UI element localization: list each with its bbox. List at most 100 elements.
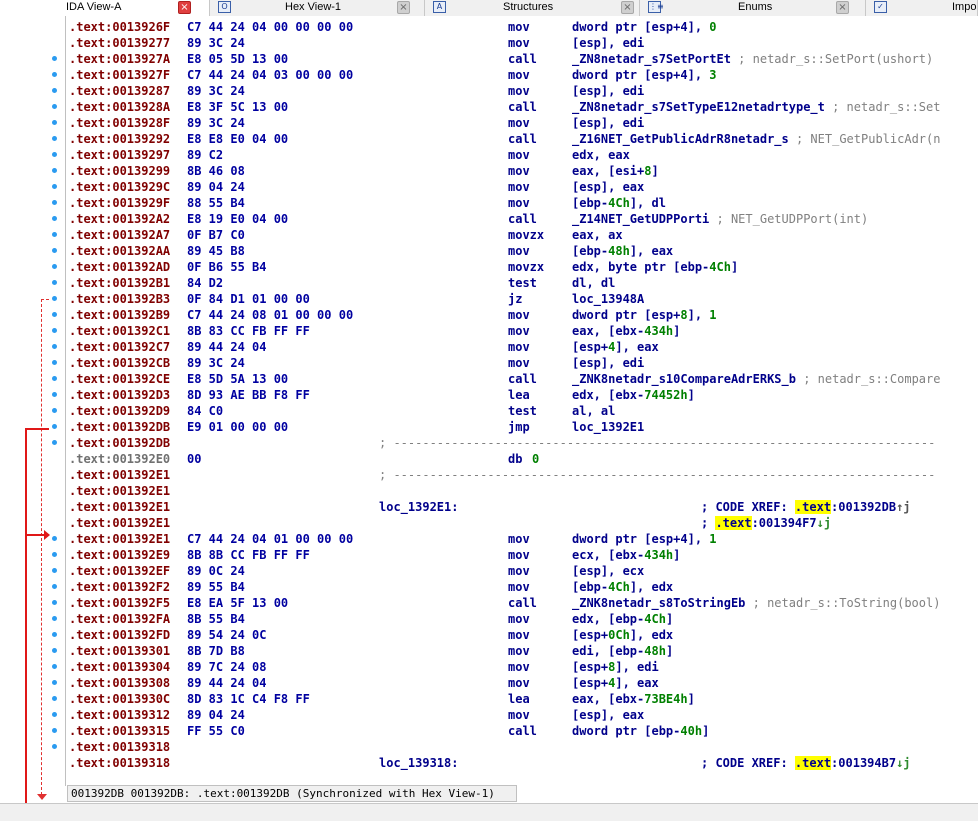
listing-row[interactable]: .text:001392E9 8B 8B CC FB FF FF mov ecx, […: [67, 547, 978, 563]
disassembly-listing[interactable]: .text:0013926F C7 44 24 04 00 00 00 00 mov…: [67, 16, 978, 786]
listing-row[interactable]: .text:001392AA 89 45 B8 mov [ebp-48h], eax: [67, 243, 978, 259]
operands[interactable]: _ZNK8netadr_s8ToStringEb ; netadr_s::ToS…: [572, 595, 940, 611]
breakpoint-dot[interactable]: [52, 712, 57, 717]
close-icon[interactable]: ×: [621, 1, 634, 14]
operands[interactable]: 0: [532, 451, 539, 467]
listing-row[interactable]: .text:001392FA 8B 55 B4 mov edx, [ebp-4Ch]: [67, 611, 978, 627]
operands[interactable]: [esp], eax: [572, 707, 644, 723]
tab-impo[interactable]: ✓ Impo: [866, 0, 978, 16]
operands[interactable]: eax, [ebx-73BE4h]: [572, 691, 695, 707]
listing-row[interactable]: .text:0013929F 88 55 B4 mov [ebp-4Ch], dl: [67, 195, 978, 211]
listing-row[interactable]: .text:001392E1 ; ------------------------…: [67, 467, 978, 483]
listing-row[interactable]: .text:001392F2 89 55 B4 mov [ebp-4Ch], edx: [67, 579, 978, 595]
listing-row[interactable]: .text:001392CB 89 3C 24 mov [esp], edi: [67, 355, 978, 371]
listing-row[interactable]: .text:00139304 89 7C 24 08 mov [esp+8], edi: [67, 659, 978, 675]
breakpoint-dot[interactable]: [52, 648, 57, 653]
breakpoint-dot[interactable]: [52, 552, 57, 557]
operands[interactable]: [esp], ecx: [572, 563, 644, 579]
breakpoint-dot[interactable]: [52, 536, 57, 541]
operands[interactable]: eax, [ebx-434h]: [572, 323, 680, 339]
listing-row[interactable]: .text:0013928F 89 3C 24 mov [esp], edi: [67, 115, 978, 131]
breakpoint-dot[interactable]: [52, 440, 57, 445]
operands[interactable]: [ebp-48h], eax: [572, 243, 673, 259]
listing-row[interactable]: .text:001392C7 89 44 24 04 mov [esp+4], eax: [67, 339, 978, 355]
listing-row[interactable]: .text:0013927A E8 05 5D 13 00 call _ZN8neta…: [67, 51, 978, 67]
listing-row[interactable]: .text:001392DB E9 01 00 00 00 jmp loc_1392E…: [67, 419, 978, 435]
close-icon[interactable]: ×: [836, 1, 849, 14]
breakpoint-dot[interactable]: [52, 344, 57, 349]
operands[interactable]: _ZN8netadr_s7SetTypeE12netadrtype_t ; ne…: [572, 99, 940, 115]
listing-row[interactable]: .text:001392FD 89 54 24 0C mov [esp+0Ch], e…: [67, 627, 978, 643]
code-xref[interactable]: ; CODE XREF: .text:001392DB↑j: [701, 499, 911, 515]
breakpoint-dot[interactable]: [52, 360, 57, 365]
listing-row[interactable]: .text:001392E1: [67, 483, 978, 499]
listing-row[interactable]: .text:00139318 loc_139318: ; CODE XREF: .t…: [67, 755, 978, 771]
operands[interactable]: edi, [ebp-48h]: [572, 643, 673, 659]
operands[interactable]: [esp], edi: [572, 115, 644, 131]
breakpoint-dot[interactable]: [52, 248, 57, 253]
operands[interactable]: dl, dl: [572, 275, 615, 291]
operands[interactable]: eax, [esi+8]: [572, 163, 659, 179]
breakpoint-dot[interactable]: [52, 120, 57, 125]
operands[interactable]: [esp+4], eax: [572, 339, 659, 355]
operands[interactable]: [esp], edi: [572, 83, 644, 99]
operands[interactable]: dword ptr [ebp-40h]: [572, 723, 709, 739]
location-label[interactable]: loc_1392E1:: [379, 499, 458, 515]
breakpoint-dot[interactable]: [52, 216, 57, 221]
listing-row[interactable]: .text:00139315 FF 55 C0 call dword ptr [ebp…: [67, 723, 978, 739]
listing-row[interactable]: .text:00139299 8B 46 08 mov eax, [esi+8]: [67, 163, 978, 179]
breakpoint-dot[interactable]: [52, 312, 57, 317]
listing-row[interactable]: .text:001392B3 0F 84 D1 01 00 00 jz loc_139…: [67, 291, 978, 307]
breakpoint-dot[interactable]: [52, 408, 57, 413]
operands[interactable]: _Z14NET_GetUDPPorti ; NET_GetUDPPort(int…: [572, 211, 868, 227]
operands[interactable]: [esp+8], edi: [572, 659, 659, 675]
listing-row[interactable]: .text:00139312 89 04 24 mov [esp], eax: [67, 707, 978, 723]
listing-row[interactable]: .text:001392D3 8D 93 AE BB F8 FF lea edx, […: [67, 387, 978, 403]
close-icon[interactable]: ×: [397, 1, 410, 14]
breakpoint-dot[interactable]: [52, 616, 57, 621]
breakpoint-dot[interactable]: [52, 280, 57, 285]
operands[interactable]: dword ptr [esp+4], 1: [572, 531, 717, 547]
code-xref[interactable]: ; .text:001394F7↓j: [701, 515, 831, 531]
breakpoint-dot[interactable]: [52, 664, 57, 669]
listing-row[interactable]: .text:00139308 89 44 24 04 mov [esp+4], eax: [67, 675, 978, 691]
breakpoint-dot[interactable]: [52, 104, 57, 109]
listing-row[interactable]: .text:0013927F C7 44 24 04 03 00 00 00 mov…: [67, 67, 978, 83]
operands[interactable]: ecx, [ebx-434h]: [572, 547, 680, 563]
listing-row[interactable]: .text:0013926F C7 44 24 04 00 00 00 00 mov…: [67, 19, 978, 35]
operands[interactable]: [ebp-4Ch], edx: [572, 579, 673, 595]
operands[interactable]: edx, [ebp-4Ch]: [572, 611, 673, 627]
code-xref[interactable]: ; CODE XREF: .text:001394B7↓j: [701, 755, 911, 771]
breakpoint-dot[interactable]: [52, 600, 57, 605]
operands[interactable]: loc_13948A: [572, 291, 644, 307]
breakpoint-dot[interactable]: [52, 632, 57, 637]
listing-row[interactable]: .text:001392B9 C7 44 24 08 01 00 00 00 mov…: [67, 307, 978, 323]
breakpoint-dot[interactable]: [52, 744, 57, 749]
listing-row[interactable]: .text:00139297 89 C2 mov edx, eax: [67, 147, 978, 163]
operands[interactable]: dword ptr [esp+8], 1: [572, 307, 717, 323]
operands[interactable]: [esp+0Ch], edx: [572, 627, 673, 643]
listing-row[interactable]: .text:0013928A E8 3F 5C 13 00 call _ZN8neta…: [67, 99, 978, 115]
breakpoint-dot[interactable]: [52, 264, 57, 269]
operands[interactable]: eax, ax: [572, 227, 623, 243]
breakpoint-dot[interactable]: [52, 56, 57, 61]
tab-enums[interactable]: ⋮≡ Enums ×: [640, 0, 866, 16]
breakpoint-dot[interactable]: [52, 136, 57, 141]
listing-row[interactable]: .text:001392D9 84 C0 test al, al: [67, 403, 978, 419]
operands[interactable]: loc_1392E1: [572, 419, 644, 435]
location-label[interactable]: loc_139318:: [379, 755, 458, 771]
listing-row[interactable]: .text:001392F5 E8 EA 5F 13 00 call _ZNK8net…: [67, 595, 978, 611]
operands[interactable]: dword ptr [esp+4], 0: [572, 19, 717, 35]
listing-row[interactable]: .text:001392E0 00 db 0: [67, 451, 978, 467]
breakpoint-dot[interactable]: [52, 584, 57, 589]
breakpoint-dot[interactable]: [52, 232, 57, 237]
breakpoint-dot[interactable]: [52, 296, 57, 301]
tab-structures[interactable]: A Structures ×: [425, 0, 640, 16]
breakpoint-dot[interactable]: [52, 376, 57, 381]
operands[interactable]: _ZN8netadr_s7SetPortEt ; netadr_s::SetPo…: [572, 51, 933, 67]
listing-row[interactable]: .text:001392DB ; ------------------------…: [67, 435, 978, 451]
listing-row[interactable]: .text:001392E1 C7 44 24 04 01 00 00 00 mov…: [67, 531, 978, 547]
listing-row[interactable]: .text:00139301 8B 7D B8 mov edi, [ebp-48h]: [67, 643, 978, 659]
operands[interactable]: [esp], edi: [572, 35, 644, 51]
listing-row[interactable]: .text:001392B1 84 D2 test dl, dl: [67, 275, 978, 291]
